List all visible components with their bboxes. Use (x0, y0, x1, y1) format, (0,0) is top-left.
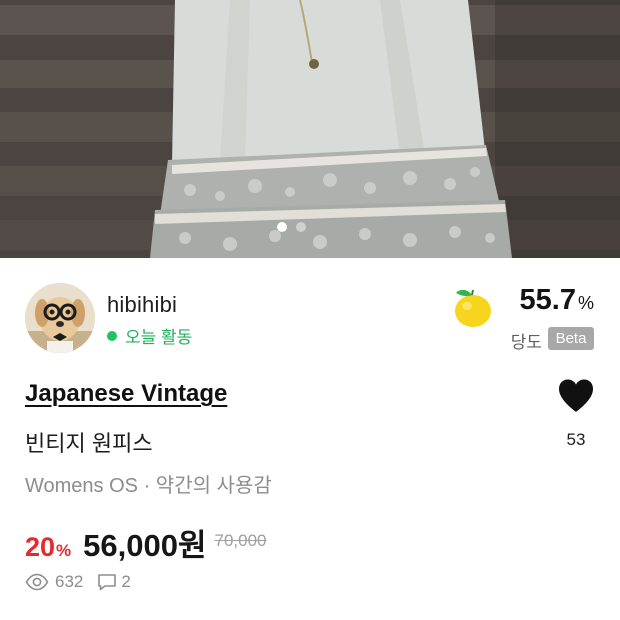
price-row: 20% 56,000원 70,000 (25, 520, 267, 563)
product-photo-art (0, 0, 620, 258)
eye-icon (25, 573, 49, 591)
beta-badge: Beta (548, 327, 594, 350)
product-condition: 약간의 사용감 (155, 475, 272, 497)
product-title: 빈티지 원피스 (25, 431, 153, 456)
product-photo[interactable] (0, 0, 620, 258)
online-dot-icon (107, 330, 117, 341)
meta-separator: · (143, 475, 151, 497)
sweetness-label: 당도 (510, 333, 542, 352)
discount-rate: 20% (25, 532, 71, 563)
comment-icon (98, 574, 117, 591)
photo-pager (0, 221, 620, 233)
yellow-fruit-icon (455, 289, 491, 327)
product-meta: Womens OS · 약간의 사용감 (25, 469, 272, 498)
sweetness-value: 55.7% (520, 284, 594, 317)
heart-icon (559, 379, 593, 412)
view-count: 632 (55, 572, 84, 591)
seller-avatar[interactable] (25, 283, 95, 353)
discount-unit: % (56, 541, 72, 560)
seller-name[interactable]: hibihibi (107, 292, 177, 318)
sale-price: 56,000원 (83, 528, 207, 563)
dog-avatar-image (25, 283, 95, 353)
pager-dot-active[interactable] (277, 222, 287, 232)
like-button[interactable]: 53 (548, 378, 604, 454)
product-category[interactable]: Womens OS (25, 475, 138, 497)
sweetness-unit: % (577, 293, 594, 313)
pager-dot[interactable] (296, 222, 306, 232)
like-count: 53 (566, 430, 586, 449)
activity-label: 오늘 활동 (125, 328, 193, 347)
sweetness-score[interactable]: 55.7% 당도 Beta (424, 283, 594, 355)
activity-status: 오늘 활동 (107, 323, 192, 348)
product-stats: 632 2 (25, 572, 131, 592)
discount-number: 20 (25, 532, 56, 562)
brand-link[interactable]: Japanese Vintage (25, 380, 227, 408)
sweetness-number: 55.7 (519, 284, 576, 316)
original-price: 70,000 (214, 531, 267, 550)
comment-count: 2 (121, 572, 131, 591)
